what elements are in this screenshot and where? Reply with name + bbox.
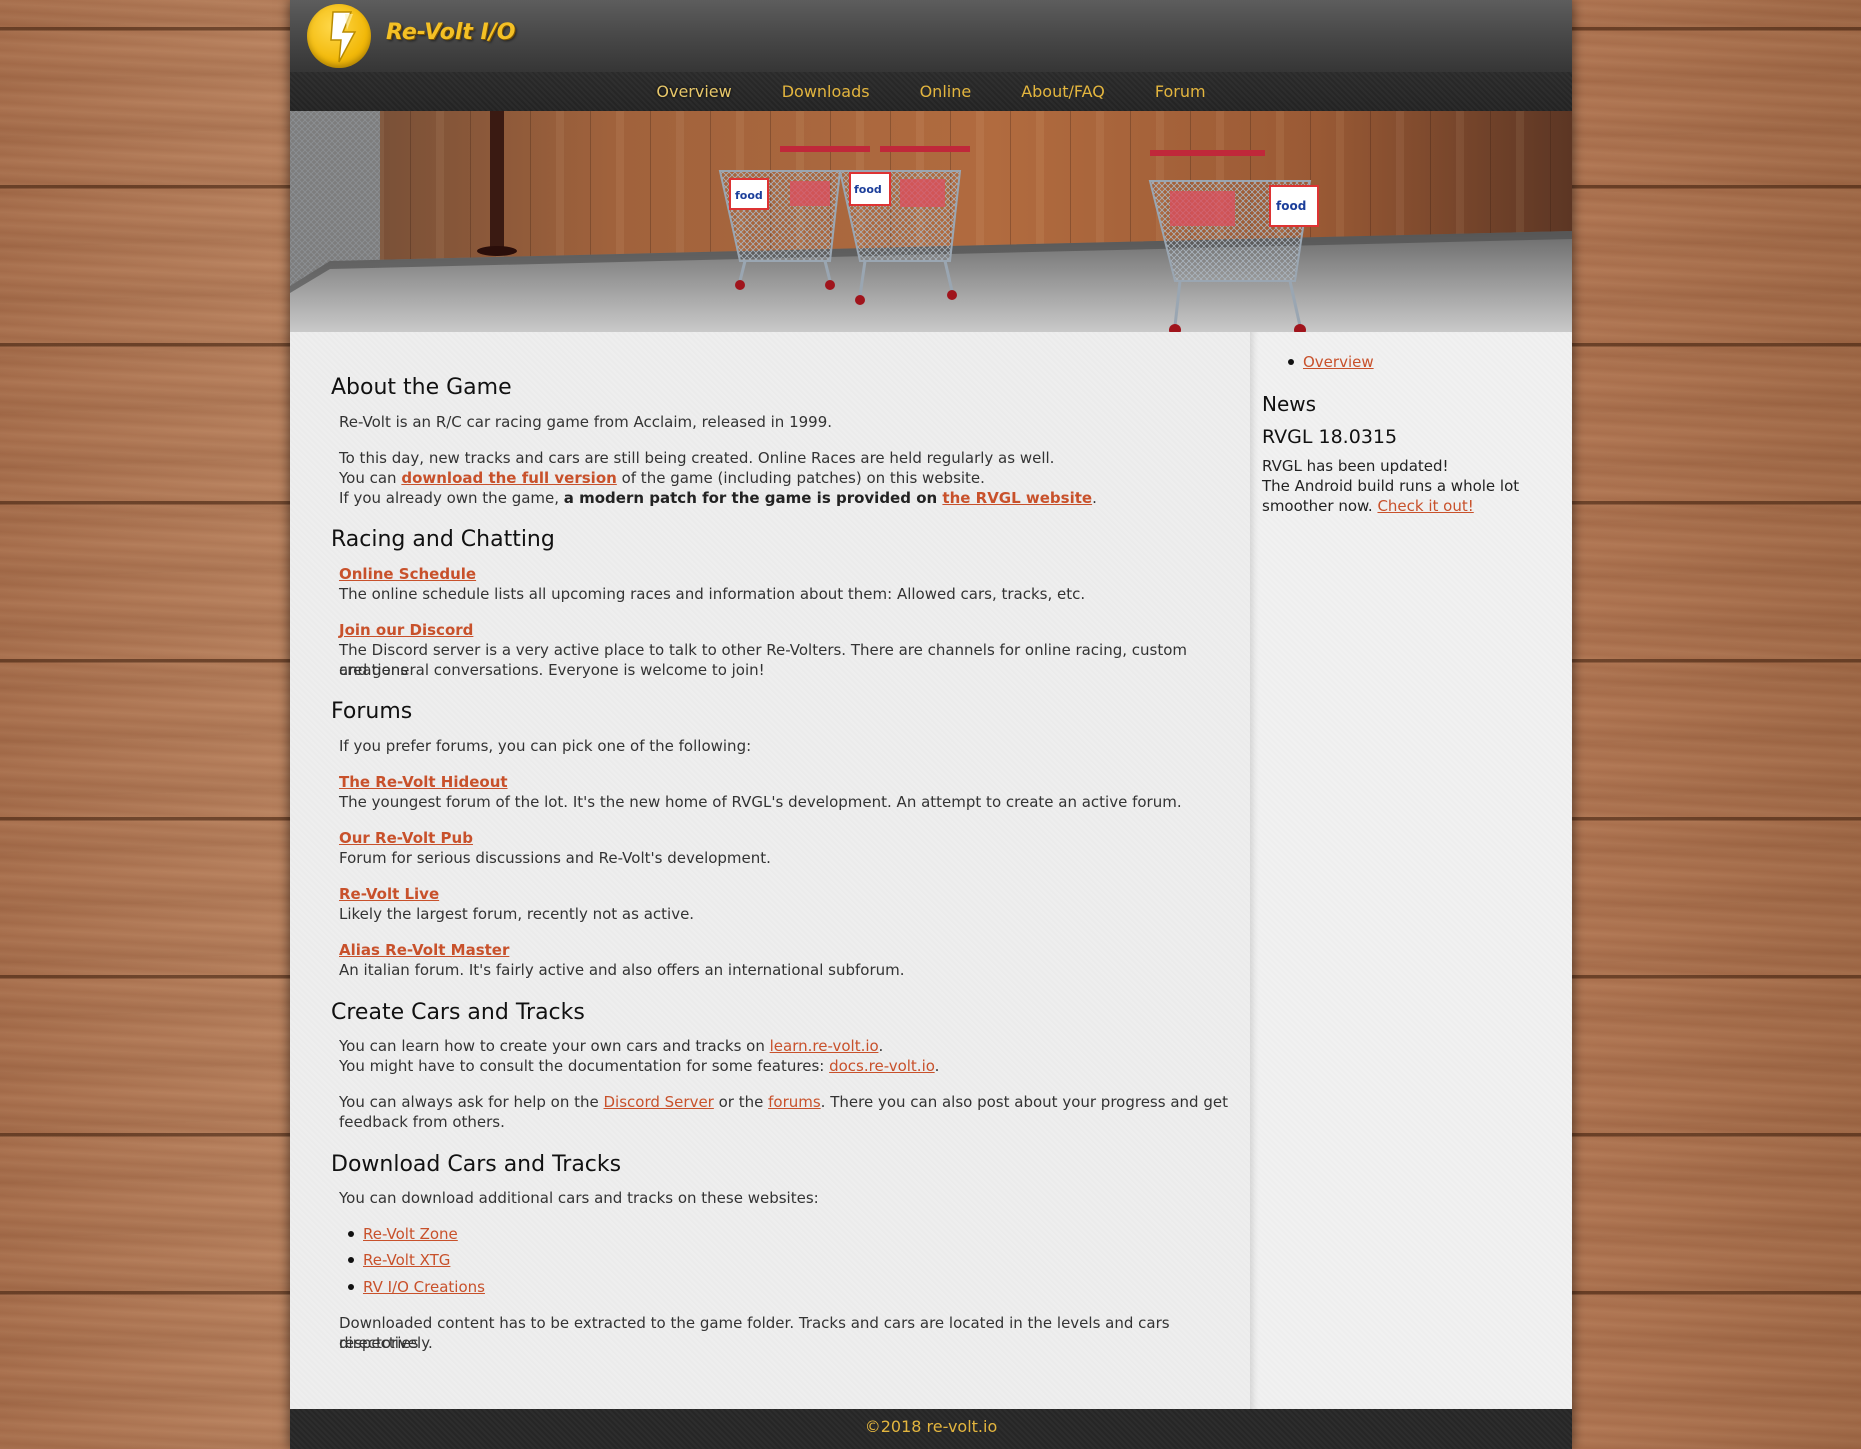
- online-schedule-link[interactable]: Online Schedule: [339, 565, 476, 583]
- forum-item: Re-Volt Live: [339, 884, 439, 904]
- lightning-logo-icon[interactable]: [307, 4, 371, 68]
- bullet-icon: [1288, 359, 1294, 365]
- forum-item: Alias Re-Volt Master: [339, 940, 509, 960]
- download-outro-1: Downloaded content has to be extracted t…: [339, 1314, 1170, 1352]
- site-footer: ©2018 re-volt.io: [290, 1409, 1572, 1449]
- heading-download: Download Cars and Tracks: [331, 1152, 622, 1177]
- forum-item: Our Re-Volt Pub: [339, 828, 473, 848]
- hero-banner: food food food: [290, 111, 1572, 332]
- heading-forums: Forums: [331, 699, 413, 724]
- check-it-out-link[interactable]: Check it out!: [1377, 497, 1473, 515]
- forum-pub-link[interactable]: Our Re-Volt Pub: [339, 829, 473, 847]
- svg-text:food: food: [735, 189, 763, 202]
- about-p3-pre: You can: [339, 469, 402, 487]
- about-p3-post: of the game (including patches) on this …: [616, 469, 985, 487]
- sidebar: Overview News RVGL 18.0315 RVGL has been…: [1250, 332, 1572, 1409]
- discord-desc-2: and general conversations. Everyone is w…: [339, 661, 765, 679]
- forum-item: The Re-Volt Hideout: [339, 772, 508, 792]
- join-discord-link[interactable]: Join our Discord: [339, 621, 473, 639]
- svg-text:food: food: [854, 183, 882, 196]
- site-revolt-zone-link[interactable]: Re-Volt Zone: [363, 1225, 458, 1243]
- heading-create: Create Cars and Tracks: [331, 1000, 585, 1025]
- bullet-icon: [348, 1257, 354, 1263]
- bullet-icon: [348, 1284, 354, 1290]
- forums-intro: If you prefer forums, you can pick one o…: [339, 737, 752, 755]
- about-p4-bold: a modern patch for the game is provided …: [563, 489, 943, 507]
- create-l3-post: . There you can also post about your pro…: [820, 1093, 1228, 1111]
- create-l3-mid: or the: [713, 1093, 769, 1111]
- create-line-1: You can learn how to create your own car…: [339, 1036, 883, 1056]
- news-line-3: smoother now. Check it out!: [1262, 496, 1474, 516]
- list-item: Re-Volt XTG: [363, 1250, 450, 1270]
- footer-copyright: ©2018 re-volt.io: [864, 1417, 998, 1436]
- list-item: RV I/O Creations: [363, 1277, 485, 1297]
- news-line-2: The Android build runs a whole lot: [1262, 477, 1520, 495]
- create-line-2: You might have to consult the documentat…: [339, 1056, 939, 1076]
- main-nav: Overview Downloads Online About/FAQ Foru…: [290, 72, 1572, 112]
- nav-about-faq[interactable]: About/FAQ: [1021, 82, 1105, 101]
- bullet-icon: [348, 1231, 354, 1237]
- nav-overview[interactable]: Overview: [656, 82, 731, 101]
- svg-text:food: food: [1276, 199, 1306, 213]
- news-line-1: RVGL has been updated!: [1262, 457, 1449, 475]
- forums-link[interactable]: forums: [768, 1093, 821, 1111]
- create-l2-pre: You might have to consult the documentat…: [339, 1057, 830, 1075]
- page-container: Re-Volt I/O Overview Downloads Online Ab…: [290, 0, 1572, 1449]
- download-intro: You can download additional cars and tra…: [339, 1189, 819, 1207]
- discord-server-link[interactable]: Discord Server: [604, 1093, 714, 1111]
- nav-forum[interactable]: Forum: [1155, 82, 1206, 101]
- about-p4: If you already own the game, a modern pa…: [339, 488, 1097, 508]
- forum-hideout-link[interactable]: The Re-Volt Hideout: [339, 773, 508, 791]
- banner-image: food food food: [290, 111, 1572, 332]
- discord-item: Join our Discord: [339, 620, 473, 640]
- create-l3-pre: You can always ask for help on the: [339, 1093, 604, 1111]
- forum-live-desc: Likely the largest forum, recently not a…: [339, 905, 695, 923]
- online-schedule-item: Online Schedule: [339, 564, 476, 584]
- about-p1: Re-Volt is an R/C car racing game from A…: [339, 413, 833, 431]
- site-logo-text[interactable]: Re-Volt I/O: [386, 20, 515, 45]
- forum-pub-desc: Forum for serious discussions and Re-Vol…: [339, 849, 771, 867]
- create-line-3: You can always ask for help on the Disco…: [339, 1092, 1228, 1112]
- nav-online[interactable]: Online: [920, 82, 972, 101]
- site-rvio-creations-link[interactable]: RV I/O Creations: [363, 1278, 485, 1296]
- main-content: About the Game Re-Volt is an R/C car rac…: [290, 332, 1250, 1409]
- news-headline: RVGL 18.0315: [1262, 426, 1398, 448]
- forum-live-link[interactable]: Re-Volt Live: [339, 885, 439, 903]
- heading-about: About the Game: [331, 375, 512, 400]
- online-schedule-desc: The online schedule lists all upcoming r…: [339, 585, 1086, 603]
- docs-link[interactable]: docs.re-volt.io: [829, 1057, 935, 1075]
- forum-hideout-desc: The youngest forum of the lot. It's the …: [339, 793, 1182, 811]
- download-outro-2: respectively.: [339, 1334, 433, 1352]
- rvgl-website-link[interactable]: the RVGL website: [942, 489, 1092, 507]
- about-p3: You can download the full version of the…: [339, 468, 985, 488]
- site-revolt-xtg-link[interactable]: Re-Volt XTG: [363, 1251, 450, 1269]
- download-full-version-link[interactable]: download the full version: [401, 469, 616, 487]
- toc-item: Overview: [1303, 352, 1374, 372]
- create-l2-post: .: [934, 1057, 940, 1075]
- news-l3-pre: smoother now.: [1262, 497, 1378, 515]
- site-header: Re-Volt I/O: [290, 0, 1572, 72]
- create-line-4: feedback from others.: [339, 1113, 505, 1131]
- list-item: Re-Volt Zone: [363, 1224, 458, 1244]
- create-l1-post: .: [878, 1037, 884, 1055]
- create-l1-pre: You can learn how to create your own car…: [339, 1037, 770, 1055]
- news-heading: News: [1262, 392, 1317, 416]
- heading-racing: Racing and Chatting: [331, 527, 555, 552]
- about-p4-post: .: [1092, 489, 1097, 507]
- forum-alias-link[interactable]: Alias Re-Volt Master: [339, 941, 509, 959]
- nav-downloads[interactable]: Downloads: [782, 82, 870, 101]
- about-p4-pre: If you already own the game,: [339, 489, 564, 507]
- learn-link[interactable]: learn.re-volt.io: [770, 1037, 879, 1055]
- forum-alias-desc: An italian forum. It's fairly active and…: [339, 961, 905, 979]
- toc-overview-link[interactable]: Overview: [1303, 353, 1374, 371]
- about-p2: To this day, new tracks and cars are sti…: [339, 449, 1055, 467]
